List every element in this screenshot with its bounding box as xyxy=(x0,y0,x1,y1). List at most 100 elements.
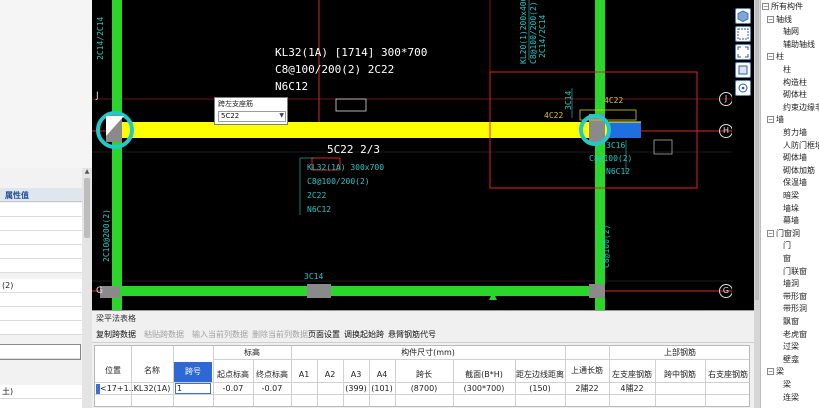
cantilever-code-button[interactable]: 悬臂钢筋代号 xyxy=(388,329,436,340)
property-row[interactable] xyxy=(0,217,82,231)
property-scrollbar[interactable]: ▲ xyxy=(82,168,92,408)
cell-span-length[interactable]: (8700) xyxy=(395,384,453,394)
tree-item[interactable]: 砌体加筋 xyxy=(783,165,815,177)
tree-expander-icon[interactable]: − xyxy=(767,53,774,61)
property-row[interactable] xyxy=(0,259,82,273)
tree-item[interactable]: 连梁 xyxy=(783,392,799,404)
cell-position[interactable]: <17+1... xyxy=(100,384,136,394)
drawing-canvas[interactable]: KL32(1A) [1714] 300*700 C8@100/200(2) 2C… xyxy=(92,0,733,310)
tree-item[interactable]: 带形洞 xyxy=(783,303,807,315)
tree-item[interactable]: 幕墙 xyxy=(783,215,799,227)
swap-start-span-button[interactable]: 调换起始跨 xyxy=(344,329,384,340)
column-left[interactable] xyxy=(112,0,122,310)
tree-expander-icon[interactable]: − xyxy=(762,3,769,10)
property-row[interactable]: (2) xyxy=(0,279,82,293)
header-span-no[interactable]: 跨号 xyxy=(174,362,212,382)
cell-dist-edge[interactable]: (150) xyxy=(515,384,565,394)
tree-item[interactable]: 带形窗 xyxy=(783,291,807,303)
copy-span-button[interactable]: 复制跨数据 xyxy=(96,329,136,340)
zoom-button[interactable] xyxy=(735,26,751,42)
scroll-thumb[interactable] xyxy=(755,0,759,300)
support-rebar-dialog[interactable]: 跨左支座筋 5C22 ▼ xyxy=(214,97,288,125)
cell-end-elev[interactable]: -0.07 xyxy=(253,384,291,394)
cell-span-no[interactable]: 1 xyxy=(177,384,207,394)
property-row[interactable] xyxy=(0,203,82,217)
tree-item[interactable]: − 所有构件 xyxy=(762,1,803,13)
tree-item[interactable]: 窗 xyxy=(783,253,791,265)
tree-item[interactable]: 辅助轴线 xyxy=(783,39,815,51)
beam-label-line2[interactable]: C8@100/200(2) 2C22 xyxy=(275,63,394,76)
tree-item[interactable]: − 墙 xyxy=(767,114,784,126)
input-column-button[interactable]: 输入当前列数据 xyxy=(192,329,248,340)
beam-kl32[interactable] xyxy=(117,122,609,138)
paste-span-button[interactable]: 粘贴跨数据 xyxy=(144,329,184,340)
tree-item[interactable]: 约束边缘非 xyxy=(783,102,819,114)
tree-item[interactable]: 老虎窗 xyxy=(783,329,807,341)
tree-item[interactable]: 人防门框墙 xyxy=(783,140,819,152)
tree-item[interactable]: 柱 xyxy=(783,64,791,76)
property-row[interactable] xyxy=(0,321,82,335)
tree-expander-icon[interactable]: − xyxy=(767,368,774,376)
view-3d-button[interactable] xyxy=(735,8,751,24)
scroll-thumb[interactable] xyxy=(84,178,90,238)
tree-item[interactable]: 壁龛 xyxy=(783,354,799,366)
tree-item[interactable]: − 梁 xyxy=(767,366,784,378)
chevron-down-icon[interactable]: ▼ xyxy=(279,112,284,119)
header-name: 名称 xyxy=(144,366,160,375)
page-setup-button[interactable]: 页面设置 xyxy=(308,329,340,340)
tree-item-label: 轴网 xyxy=(783,27,799,37)
beam-cantilever[interactable] xyxy=(609,122,641,138)
axis-bubble-h[interactable]: H xyxy=(719,124,733,138)
tree-item[interactable]: 暗梁 xyxy=(783,190,799,202)
cell-start-elev[interactable]: -0.07 xyxy=(213,384,253,394)
tree-item[interactable]: − 轴线 xyxy=(767,14,792,26)
cell-name[interactable]: KL32(1A) xyxy=(131,384,173,394)
tree-item[interactable]: − 柱 xyxy=(767,51,784,63)
tree-item[interactable]: 飘窗 xyxy=(783,316,799,328)
property-row[interactable] xyxy=(0,231,82,245)
tree-item[interactable]: 门联窗 xyxy=(783,266,807,278)
tree-item[interactable]: 门 xyxy=(783,240,791,252)
property-row[interactable] xyxy=(0,293,82,307)
support-rebar-input[interactable]: 5C22 ▼ xyxy=(218,111,286,122)
property-row[interactable] xyxy=(0,245,82,259)
cube-icon xyxy=(737,10,749,22)
tree-expander-icon[interactable]: − xyxy=(767,15,774,23)
fit-view-button[interactable] xyxy=(735,44,751,60)
property-row[interactable]: 土) xyxy=(0,385,82,399)
property-row-input[interactable] xyxy=(0,344,81,360)
tree-item-label: 所有构件 xyxy=(771,2,803,11)
tree-item[interactable]: 砌体柱 xyxy=(783,89,807,101)
property-row[interactable] xyxy=(0,399,82,408)
beam-bottom[interactable] xyxy=(112,286,605,296)
tree-item[interactable]: 墙垛 xyxy=(783,203,799,215)
delete-column-button[interactable]: 删除当前列数据 xyxy=(252,329,308,340)
tree-item[interactable]: 砌体墙 xyxy=(783,152,807,164)
cell-a3[interactable]: (399) xyxy=(343,384,369,394)
beam-label-line3[interactable]: N6C12 xyxy=(275,80,308,93)
cell-section[interactable]: (300*700) xyxy=(453,384,515,394)
tree-item[interactable]: 轴网 xyxy=(783,26,799,38)
tree-item[interactable]: 过梁 xyxy=(783,341,799,353)
tree-item-label: 带形洞 xyxy=(783,304,807,314)
rotate-view-button[interactable] xyxy=(735,80,751,96)
axis-bubble-j[interactable]: J xyxy=(719,92,733,106)
tree-item-label: 墙 xyxy=(776,115,784,125)
cell-left-support[interactable]: 4陠22 xyxy=(609,384,655,394)
span-label[interactable]: 5C22 2/3 xyxy=(327,143,380,156)
beam-label-line1[interactable]: KL32(1A) [1714] 300*700 xyxy=(275,46,427,59)
cell-a4[interactable]: (101) xyxy=(369,384,395,394)
cell-top-through[interactable]: 2陠22 xyxy=(565,384,609,394)
scroll-up-arrow-icon[interactable]: ▲ xyxy=(83,168,91,177)
tree-item[interactable]: 墙洞 xyxy=(783,278,799,290)
tree-item[interactable]: 剪力墙 xyxy=(783,127,807,139)
tree-expander-icon[interactable]: − xyxy=(767,229,774,237)
property-row[interactable] xyxy=(0,307,82,321)
tree-item[interactable]: 保温墙 xyxy=(783,177,807,189)
tree-expander-icon[interactable]: − xyxy=(767,116,774,124)
tree-item[interactable]: − 门窗洞 xyxy=(767,228,800,240)
tree-item[interactable]: 梁 xyxy=(783,379,791,391)
axis-bubble-g[interactable]: G xyxy=(719,284,733,298)
tree-item[interactable]: 构造柱 xyxy=(783,77,807,89)
view-box-button[interactable] xyxy=(735,62,751,78)
